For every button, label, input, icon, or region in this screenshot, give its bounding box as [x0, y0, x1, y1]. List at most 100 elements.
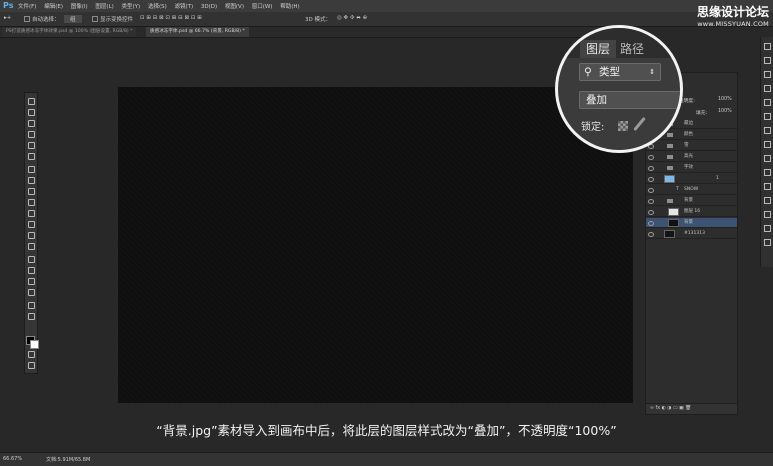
dodge-tool-icon[interactable] [28, 243, 35, 250]
healing-brush-icon[interactable] [28, 166, 35, 173]
menu-edit[interactable]: 编辑(E) [44, 4, 63, 10]
move-tool-icon[interactable]: ▸+ [4, 15, 11, 21]
layer-group-row[interactable]: 高光 [646, 152, 737, 162]
eye-icon[interactable] [648, 221, 654, 226]
styles-panel-icon[interactable] [764, 113, 771, 120]
type-tool-icon[interactable] [28, 267, 35, 274]
folder-icon [667, 144, 673, 148]
clone-stamp-icon[interactable] [28, 188, 35, 195]
layer-row[interactable]: 图层 16 [646, 207, 737, 217]
color-panel-icon[interactable] [764, 71, 771, 78]
menu-select[interactable]: 选择(S) [148, 4, 167, 10]
folder-icon [667, 155, 673, 159]
eye-icon[interactable] [648, 188, 654, 193]
layer-row[interactable]: #131313 [646, 229, 737, 239]
menu-layer[interactable]: 图层(L) [95, 4, 113, 10]
gradient-tool-icon[interactable] [28, 221, 35, 228]
mode-3d-label: 3D 模式： [305, 17, 331, 23]
layer-row[interactable]: 1 [646, 174, 737, 184]
move-tool-icon[interactable] [28, 98, 35, 105]
menu-view[interactable]: 视图(V) [225, 4, 244, 10]
eye-icon[interactable] [648, 210, 654, 215]
path-select-icon[interactable] [28, 278, 35, 285]
layer-action-icons[interactable]: ∞ fx ◐ ◑ ▭ ▣ 🗑 [650, 406, 691, 411]
background-color-swatch[interactable] [30, 340, 39, 349]
toolbox [24, 92, 38, 374]
fill-label: 填充: [696, 111, 708, 116]
blend-mode-dropdown[interactable]: 叠加 [579, 91, 680, 109]
hand-tool-icon[interactable] [28, 302, 35, 309]
menu-file[interactable]: 文件(F) [18, 4, 36, 10]
lasso-tool-icon[interactable] [28, 120, 35, 127]
auto-select-dropdown[interactable]: 组 [64, 15, 82, 23]
zoom-level[interactable]: 66.67% [3, 456, 22, 462]
zoom-tool-icon[interactable] [28, 313, 35, 320]
auto-select-checkbox[interactable] [24, 16, 30, 22]
actions-panel-icon[interactable] [764, 57, 771, 64]
eye-icon[interactable] [648, 155, 654, 160]
paragraph-panel-icon[interactable] [764, 183, 771, 190]
history-brush-icon[interactable] [28, 199, 35, 206]
layer-name: 背景 [684, 220, 693, 225]
layer-row-selected[interactable]: 背景 [646, 218, 737, 228]
character-panel-icon[interactable] [764, 169, 771, 176]
quick-select-tool-icon[interactable] [28, 131, 35, 138]
lock-transparent-pixels-icon[interactable] [618, 121, 628, 131]
opacity-value[interactable]: 100% [718, 97, 732, 102]
layer-group-row[interactable]: 背景 [646, 196, 737, 206]
menu-image[interactable]: 图像(I) [71, 4, 88, 10]
layer-row[interactable]: T SNOW [646, 185, 737, 195]
show-transform-checkbox[interactable] [92, 16, 98, 22]
3d-mode-icons[interactable]: ◎ ✥ ✣ ⬌ ⊕ [337, 15, 367, 21]
menu-filter[interactable]: 滤镜(T) [174, 4, 193, 10]
quick-mask-icon[interactable] [28, 351, 35, 358]
fill-value[interactable]: 100% [718, 109, 732, 114]
show-transform-label: 显示变换控件 [100, 17, 134, 23]
menu-type[interactable]: 类型(Y) [122, 4, 141, 10]
layer-name: 背景 [684, 198, 693, 203]
layer-name: 1 [716, 176, 719, 181]
info-panel-icon[interactable] [764, 225, 771, 232]
document-canvas[interactable] [118, 87, 633, 403]
blur-tool-icon[interactable] [28, 232, 35, 239]
layer-name: 最边 [684, 121, 693, 126]
tab-document-1[interactable]: PS打造质感冰冻字体效果.psd @ 100% (图层设置, RGB/8) * [2, 27, 137, 37]
layer-group-row[interactable]: 字效 [646, 163, 737, 173]
layer-filter-dropdown[interactable]: ⚲ 类型 ⇕ [579, 63, 661, 81]
paths-panel-icon[interactable] [764, 155, 771, 162]
menu-3d[interactable]: 3D(D) [201, 4, 217, 10]
shape-tool-icon[interactable] [28, 289, 35, 296]
layer-name: 颜色 [684, 132, 693, 137]
history-panel-icon[interactable] [764, 43, 771, 50]
screen-mode-icon[interactable] [28, 362, 35, 369]
pen-tool-icon[interactable] [28, 256, 35, 263]
eye-icon[interactable] [648, 199, 654, 204]
align-icons[interactable]: ⊡ ⊞ ⊟ ⊠ ⊡ ⊞ ⊟ ⊠ ⊡ ⊞ [140, 15, 202, 21]
marquee-tool-icon[interactable] [28, 109, 35, 116]
crop-tool-icon[interactable] [28, 142, 35, 149]
brush-tool-icon[interactable] [28, 177, 35, 184]
eyedropper-tool-icon[interactable] [28, 153, 35, 160]
eye-icon[interactable] [648, 166, 654, 171]
chevron-updown-icon: ⇕ [649, 68, 655, 76]
tool-presets-icon[interactable] [764, 211, 771, 218]
properties-panel-icon[interactable] [764, 239, 771, 246]
tab-document-2[interactable]: 质感冰冻字体.psd @ 66.7% (背景, RGB/8) * [146, 27, 249, 37]
layer-thumbnail [668, 208, 679, 216]
menu-window[interactable]: 窗口(W) [252, 4, 273, 10]
tab-paths[interactable]: 路径 [620, 40, 644, 58]
lock-image-pixels-icon[interactable] [633, 116, 646, 132]
swatches-panel-icon[interactable] [764, 85, 771, 92]
menu-help[interactable]: 帮助(H) [280, 4, 299, 10]
lock-label: 锁定: [581, 122, 605, 133]
eye-icon[interactable] [648, 232, 654, 237]
layer-group-row[interactable]: 雪 [646, 141, 737, 151]
folder-icon [667, 166, 673, 170]
eye-icon[interactable] [648, 177, 654, 182]
eraser-tool-icon[interactable] [28, 210, 35, 217]
channels-panel-icon[interactable] [764, 141, 771, 148]
tab-layers[interactable]: 图层 [580, 40, 616, 58]
brush-panel-icon[interactable] [764, 197, 771, 204]
layers-panel-icon[interactable] [764, 127, 771, 134]
adjustments-panel-icon[interactable] [764, 99, 771, 106]
